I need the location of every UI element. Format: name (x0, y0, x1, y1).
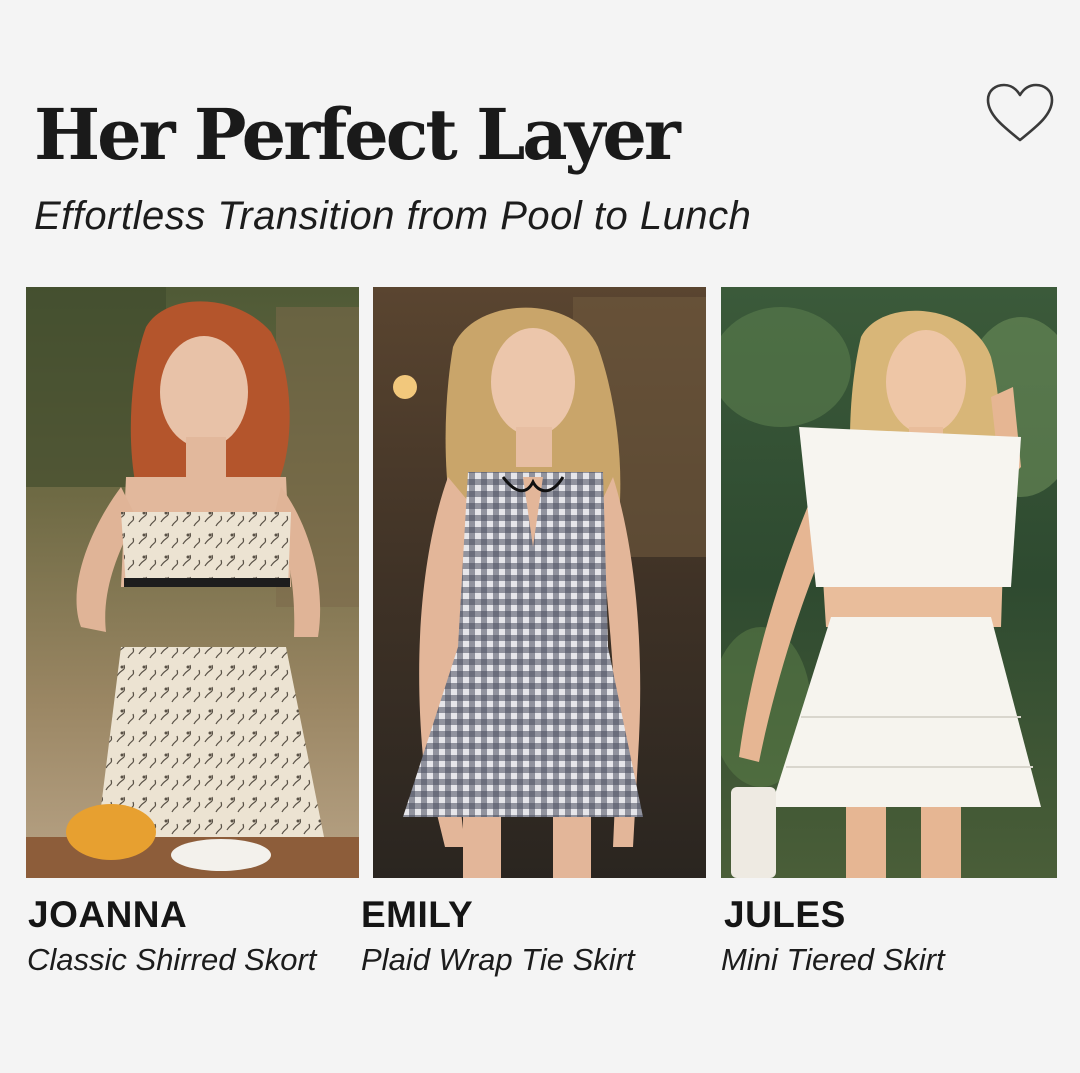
page-subtitle: Effortless Transition from Pool to Lunch (34, 194, 752, 238)
product-photo-jules[interactable] (721, 287, 1057, 878)
product-description-emily: Plaid Wrap Tie Skirt (361, 942, 635, 977)
product-description-jules: Mini Tiered Skirt (721, 942, 945, 977)
product-name-emily[interactable]: EMILY (361, 896, 473, 933)
page-title: Her Perfect Layer (34, 93, 681, 176)
product-name-jules[interactable]: JULES (724, 896, 846, 933)
product-photo-emily[interactable] (373, 287, 706, 878)
product-description-joanna: Classic Shirred Skort (27, 942, 317, 977)
favorite-heart-icon[interactable] (984, 82, 1056, 146)
product-name-joanna[interactable]: JOANNA (28, 896, 187, 933)
product-photo-joanna[interactable] (26, 287, 359, 878)
